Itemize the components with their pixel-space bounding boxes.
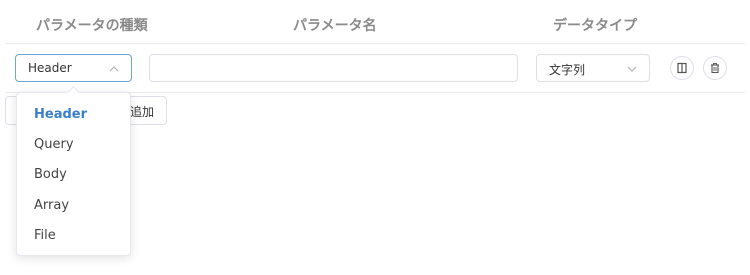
param-type-select[interactable]: Header: [15, 54, 132, 82]
data-type-select[interactable]: 文字列: [536, 54, 650, 82]
dropdown-option-array[interactable]: Array: [17, 191, 130, 221]
header-divider: [5, 43, 745, 44]
delete-button[interactable]: [703, 56, 727, 80]
param-editor: パラメータの種類 パラメータ名 データタイプ Header 文字列 追加 Hea…: [0, 0, 750, 275]
param-type-value: Header: [28, 61, 72, 75]
trash-icon: [711, 63, 719, 74]
bracket-button[interactable]: [670, 56, 694, 80]
dropdown-option-query[interactable]: Query: [17, 130, 130, 160]
add-button-label: 追加: [130, 105, 155, 119]
dropdown-option-file[interactable]: File: [17, 221, 130, 251]
dropdown-arrow: [67, 86, 80, 99]
chevron-down-icon: [627, 66, 637, 72]
header-data-type: データタイプ: [553, 18, 637, 34]
dropdown-option-header[interactable]: Header: [17, 100, 130, 130]
bracket-icon: [677, 62, 687, 74]
data-type-value: 文字列: [549, 63, 586, 77]
header-param-name: パラメータ名: [293, 18, 377, 34]
header-param-type: パラメータの種類: [36, 18, 148, 34]
param-type-dropdown: Header Query Body Array File: [16, 86, 131, 256]
dropdown-option-body[interactable]: Body: [17, 160, 130, 190]
param-name-input[interactable]: [149, 54, 518, 82]
chevron-up-icon: [109, 66, 119, 72]
